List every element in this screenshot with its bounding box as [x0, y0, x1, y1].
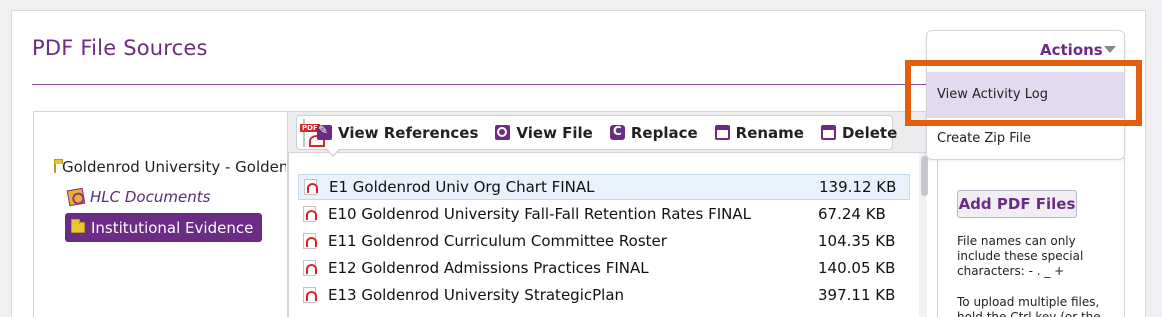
- file-size: 397.11 KB: [818, 286, 896, 304]
- delete-button[interactable]: Delete: [820, 123, 898, 142]
- tree-item-hlc-documents[interactable]: HLC Documents: [66, 187, 211, 207]
- pdf-document-icon: [300, 118, 325, 147]
- file-row[interactable]: E12 Goldenrod Admissions Practices FINAL…: [298, 255, 910, 281]
- window-icon: [714, 125, 730, 140]
- file-size: 139.12 KB: [819, 178, 897, 196]
- view-file-button[interactable]: View File: [495, 123, 593, 142]
- file-size: 140.05 KB: [818, 259, 896, 277]
- add-pdf-files-button[interactable]: Add PDF Files: [957, 190, 1077, 218]
- special-chars-help: File names can only include these specia…: [957, 234, 1084, 278]
- view-references-label: View References: [338, 123, 479, 142]
- file-row[interactable]: E13 Goldenrod University StrategicPlan 3…: [298, 282, 910, 308]
- edit-icon: [317, 123, 332, 140]
- pdf-file-icon: [303, 206, 317, 222]
- replace-icon: [609, 124, 625, 140]
- replace-label: Replace: [630, 123, 698, 142]
- pdf-file-icon: [304, 179, 318, 195]
- actions-button[interactable]: Actions: [1040, 41, 1103, 59]
- file-row[interactable]: E11 Goldenrod Curriculum Committee Roste…: [298, 228, 910, 254]
- file-name: E1 Goldenrod Univ Org Chart FINAL: [329, 178, 595, 196]
- file-name: E13 Goldenrod University StrategicPlan: [328, 286, 625, 304]
- rename-label: Rename: [735, 123, 804, 142]
- pdf-file-icon: [303, 233, 317, 249]
- file-name: E12 Goldenrod Admissions Practices FINAL: [328, 259, 649, 277]
- view-file-label: View File: [516, 123, 593, 142]
- tree-item-institutional-evidence[interactable]: Institutional Evidence: [65, 213, 263, 242]
- view-references-button[interactable]: View References: [317, 123, 479, 142]
- caret-down-icon[interactable]: [1104, 46, 1116, 53]
- file-name: E10 Goldenrod University Fall-Fall Reten…: [328, 205, 751, 223]
- pdf-file-icon: [303, 287, 317, 303]
- tree-item-label: HLC Documents: [90, 188, 211, 206]
- folder-icon: [54, 158, 63, 173]
- rename-button[interactable]: Rename: [714, 123, 804, 142]
- tree-item-label: Institutional Evidence: [91, 218, 254, 237]
- replace-button[interactable]: Replace: [609, 123, 698, 142]
- folder-icon: [71, 219, 85, 233]
- magnifier-icon: [495, 125, 511, 140]
- pdf-file-icon: [303, 260, 317, 276]
- annotation-highlight-box: [905, 60, 1142, 126]
- file-size: 104.35 KB: [818, 232, 896, 250]
- file-toolbar: View References View File Replace Rename…: [296, 115, 897, 150]
- toolbar-pointer: [325, 148, 341, 157]
- tree-root-item[interactable]: Goldenrod University - Goldenrod: [54, 158, 286, 176]
- title-divider: [32, 84, 932, 85]
- file-row[interactable]: E10 Goldenrod University Fall-Fall Reten…: [298, 201, 910, 227]
- file-name: E11 Goldenrod Curriculum Committee Roste…: [328, 232, 667, 250]
- multiple-upload-help: To upload multiple files, hold the Ctrl …: [957, 295, 1101, 317]
- menu-item-create-zip-file[interactable]: Create Zip File: [937, 131, 1031, 146]
- window-icon: [820, 125, 836, 140]
- file-row[interactable]: E1 Goldenrod Univ Org Chart FINAL 139.12…: [298, 174, 910, 200]
- file-size: 67.24 KB: [818, 205, 886, 223]
- page-title: PDF File Sources: [32, 36, 208, 60]
- delete-label: Delete: [841, 123, 898, 142]
- hlc-folder-icon: [66, 187, 86, 207]
- tree-root-label: Goldenrod University - Goldenrod: [62, 158, 286, 176]
- scrollbar-thumb[interactable]: [921, 156, 928, 196]
